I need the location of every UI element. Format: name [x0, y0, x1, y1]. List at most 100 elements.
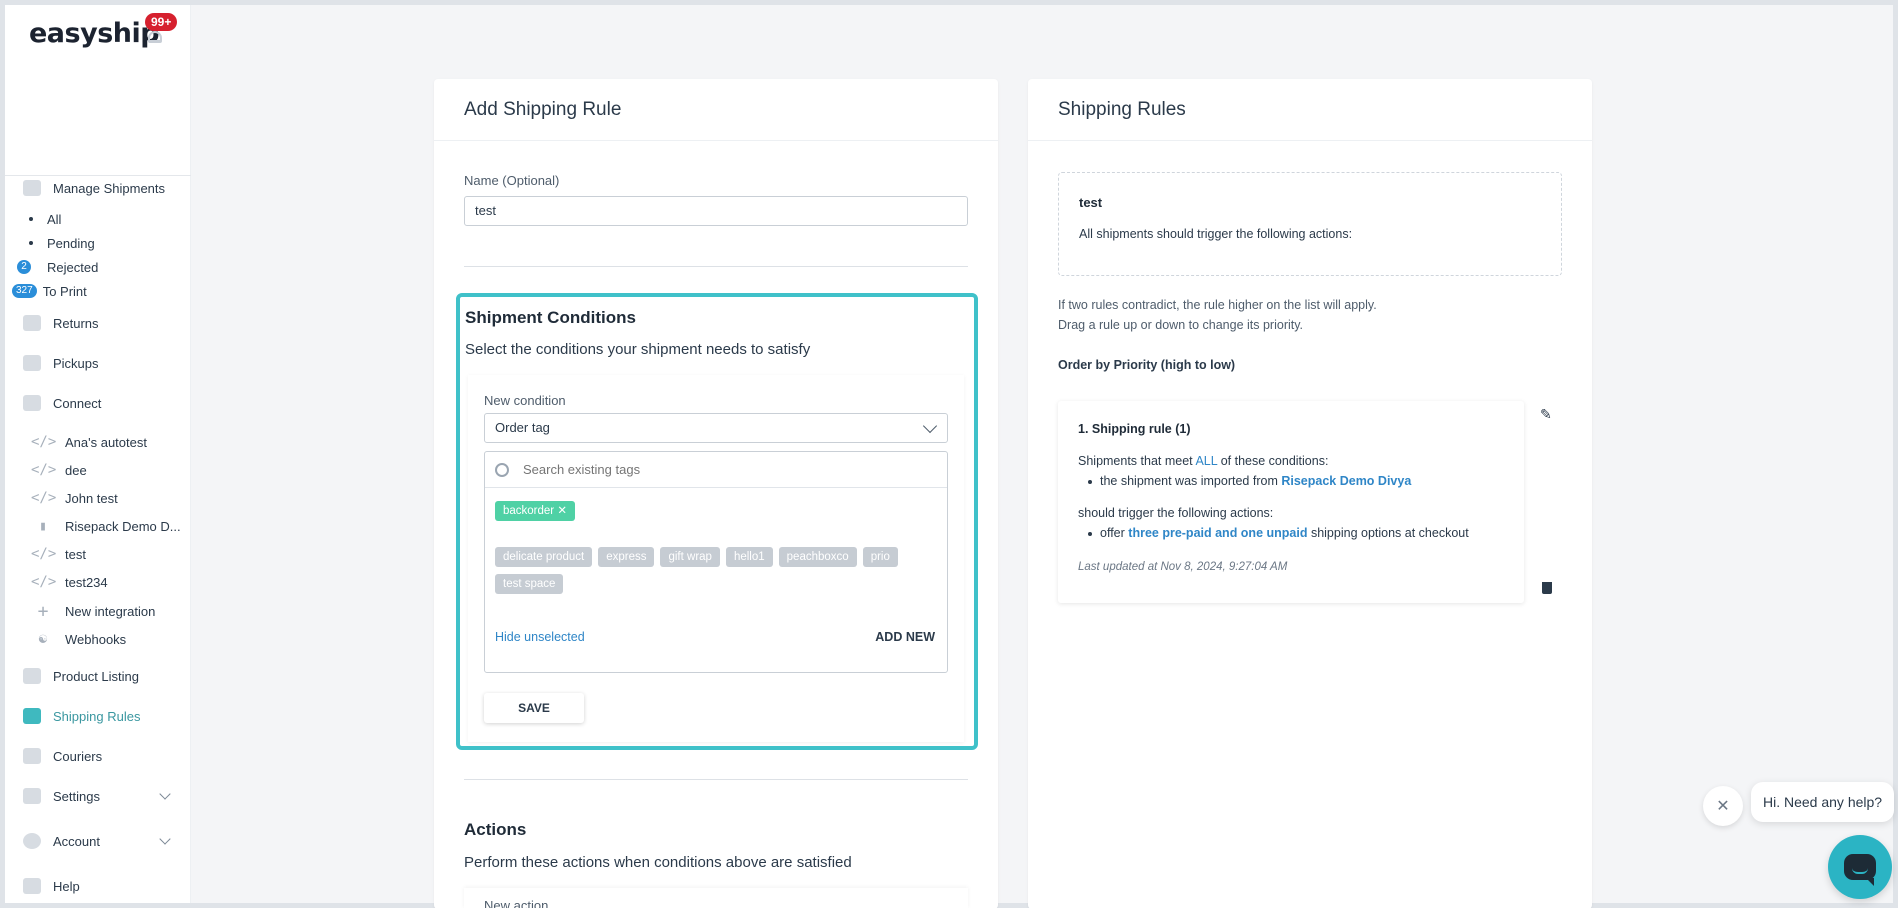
rule-text: Shipments that meet	[1078, 454, 1193, 468]
sidebar: easyship 99+ Manage Shipments All Pendin…	[5, 5, 191, 903]
nav-pickups[interactable]: Pickups	[23, 353, 99, 373]
rule-text: shipping options at checkout	[1310, 526, 1469, 540]
tag-label: backorder	[503, 505, 555, 517]
integration-item[interactable]: ▮ Risepack Demo D...	[31, 517, 181, 535]
shipments-icon	[23, 180, 41, 196]
actions-title: Actions	[464, 820, 527, 839]
rule-title: 1. Shipping rule (1)	[1078, 422, 1191, 436]
tag-option[interactable]: prio	[862, 547, 898, 567]
tag-search-bar[interactable]	[485, 452, 947, 488]
integration-item[interactable]: </> test234	[31, 573, 108, 591]
priority-help-line-1: If two rules contradict, the rule higher…	[1058, 298, 1377, 312]
nav-label: Returns	[53, 315, 99, 331]
rule-conditions-intro: Shipments that meet ALL of these conditi…	[1078, 454, 1328, 468]
integration-item[interactable]: </> test	[31, 545, 86, 563]
tag-search-input[interactable]	[523, 462, 923, 477]
nav-label: Product Listing	[53, 668, 139, 684]
trash-icon[interactable]	[1542, 582, 1552, 594]
add-new-tag-button[interactable]: ADD NEW	[875, 630, 935, 644]
tag-option[interactable]: delicate product	[495, 547, 593, 567]
priority-help-line-2: Drag a rule up or down to change its pri…	[1058, 318, 1304, 332]
rejected-count-badge: 2	[17, 260, 31, 274]
tag-option[interactable]: gift wrap	[660, 547, 720, 567]
nav-manage-shipments[interactable]: Manage Shipments	[23, 178, 165, 198]
edit-icon[interactable]: ✎	[1540, 406, 1552, 423]
nav-label: Help	[53, 878, 80, 894]
rule-last-updated: Last updated at Nov 8, 2024, 9:27:04 AM	[1078, 561, 1288, 573]
chevron-down-icon	[922, 418, 938, 434]
nav-label: Pickups	[53, 355, 99, 371]
avatar-icon	[23, 833, 41, 849]
name-label: Name (Optional)	[464, 173, 560, 188]
nav-shipping-rules[interactable]: Shipping Rules	[23, 706, 140, 726]
save-condition-button[interactable]: SAVE	[484, 693, 584, 723]
filter-pending[interactable]: Pending	[23, 234, 95, 252]
filter-to-print[interactable]: 327 To Print	[12, 282, 87, 300]
nav-connect[interactable]: Connect	[23, 393, 101, 413]
divider	[464, 266, 968, 267]
close-icon[interactable]: ✕	[557, 505, 567, 517]
filter-label: To Print	[42, 283, 87, 299]
filter-label: Pending	[47, 235, 95, 251]
nav-returns[interactable]: Returns	[23, 313, 99, 333]
filter-all[interactable]: All	[23, 210, 61, 228]
tag-picker: backorder ✕ delicate productexpressgift …	[484, 451, 948, 673]
shipping-rule-item[interactable]: 1. Shipping rule (1) Shipments that meet…	[1058, 401, 1524, 603]
rule-text: offer	[1100, 526, 1125, 540]
filter-label: All	[47, 211, 62, 227]
chat-greeting[interactable]: Hi. Need any help?	[1751, 782, 1895, 822]
condition-select[interactable]: Order tag	[484, 413, 948, 443]
to-print-count-badge: 327	[12, 284, 37, 298]
code-icon: </>	[31, 434, 57, 450]
rule-name-input[interactable]: test	[464, 196, 968, 226]
integration-label: Webhooks	[65, 631, 127, 647]
rule-text: of these conditions:	[1220, 454, 1329, 468]
nav-help[interactable]: Help	[23, 876, 80, 896]
bullet-icon	[29, 241, 33, 245]
rule-text: the shipment was imported from	[1100, 474, 1278, 488]
tag-option[interactable]: hello1	[725, 547, 773, 567]
code-icon: </>	[31, 546, 57, 562]
integration-label: New integration	[65, 603, 156, 619]
tag-option[interactable]: express	[598, 547, 655, 567]
close-icon: ✕	[1716, 798, 1730, 815]
filter-rejected[interactable]: 2 Rejected	[17, 258, 98, 276]
tag-option[interactable]: test space	[495, 574, 564, 594]
webhooks[interactable]: ☯ Webhooks	[31, 630, 126, 648]
hide-unselected-link[interactable]: Hide unselected	[495, 630, 585, 644]
integration-item[interactable]: </> dee	[31, 461, 87, 479]
bell-icon[interactable]	[148, 31, 162, 43]
integration-label: test	[65, 546, 86, 562]
rule-store-name: Risepack Demo Divya	[1281, 474, 1412, 488]
new-integration[interactable]: + New integration	[31, 600, 156, 622]
nav-label: Connect	[53, 395, 102, 411]
integration-item[interactable]: </> John test	[31, 489, 118, 507]
product-icon	[23, 668, 41, 684]
condition-select-value: Order tag	[495, 420, 550, 435]
nav-product-listing[interactable]: Product Listing	[23, 666, 139, 686]
integration-label: test234	[65, 574, 108, 590]
easyship-logo[interactable]: easyship	[29, 18, 160, 49]
chat-close-button[interactable]: ✕	[1703, 786, 1743, 826]
shipping-rules-card: Shipping Rules test All shipments should…	[1028, 79, 1592, 908]
nav-label: Manage Shipments	[53, 180, 166, 196]
chat-launcher-button[interactable]	[1828, 835, 1892, 899]
integration-item[interactable]: </> Ana's autotest	[31, 433, 147, 451]
code-icon: </>	[31, 574, 57, 590]
bullet-icon	[1088, 479, 1092, 484]
nav-label: Settings	[53, 788, 100, 804]
nav-settings[interactable]: Settings	[23, 786, 173, 806]
tag-option[interactable]: peachboxco	[778, 547, 857, 567]
card-title: Add Shipping Rule	[434, 79, 998, 141]
bag-icon: ▮	[39, 518, 47, 534]
plus-icon: +	[37, 600, 49, 622]
preview-rule-name: test	[1079, 195, 1103, 210]
card-title: Shipping Rules	[1028, 79, 1592, 141]
rule-condition-line: the shipment was imported from Risepack …	[1088, 474, 1411, 488]
rule-action-highlight: three pre-paid and one unpaid	[1128, 526, 1308, 540]
selected-tag[interactable]: backorder ✕	[495, 501, 575, 521]
nav-account[interactable]: Account	[23, 831, 173, 851]
nav-couriers[interactable]: Couriers	[23, 746, 102, 766]
conditions-title: Shipment Conditions	[465, 308, 636, 327]
conditions-subtitle: Select the conditions your shipment need…	[465, 341, 811, 358]
